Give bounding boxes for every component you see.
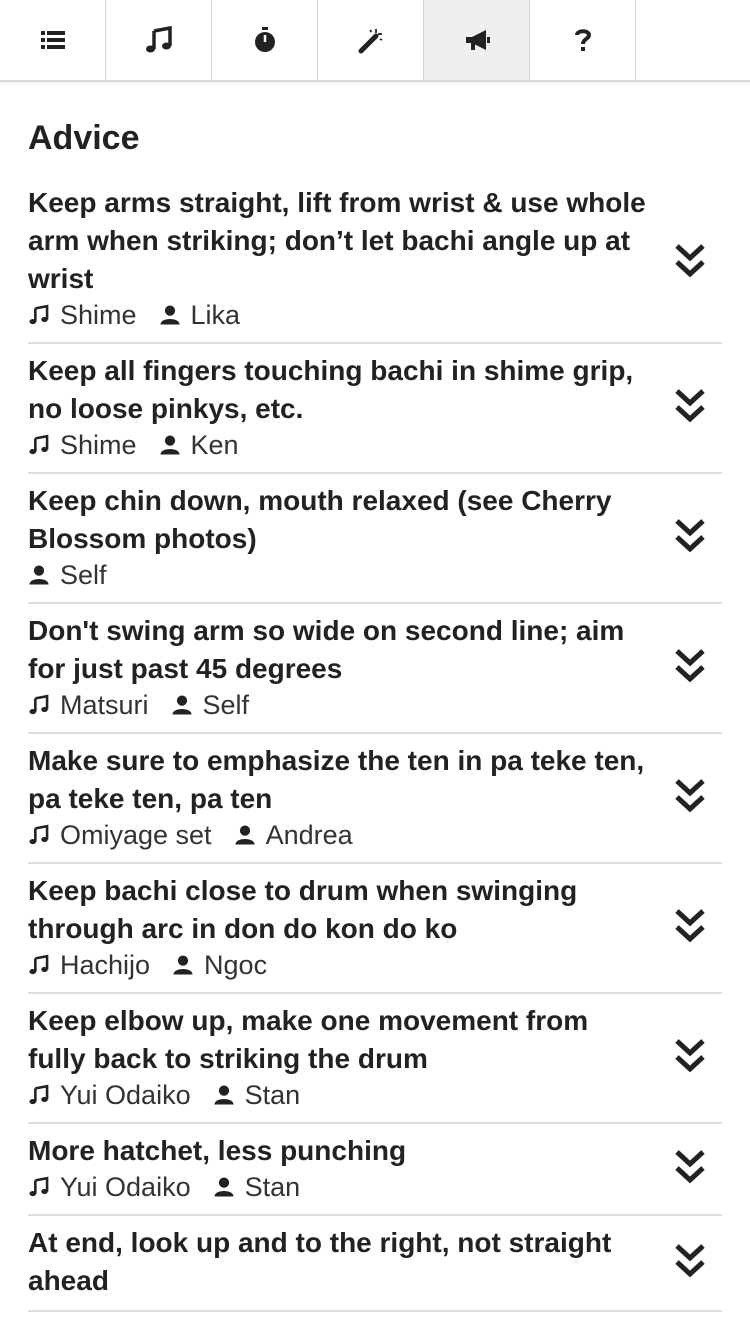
person-tag: Stan <box>213 1078 301 1112</box>
person-name: Self <box>60 560 107 590</box>
user-icon <box>159 305 180 325</box>
double-chevron-down-icon[interactable] <box>672 386 708 426</box>
song-tag: Matsuri <box>28 688 149 722</box>
top-tab-bar <box>0 0 750 82</box>
advice-meta: Yui Odaiko Stan <box>28 1078 652 1112</box>
advice-meta: Shime Ken <box>28 428 652 462</box>
music-note-icon <box>29 954 49 975</box>
song-name: Yui Odaiko <box>60 1172 191 1202</box>
tab-advice[interactable] <box>424 0 530 80</box>
person-name: Ngoc <box>204 950 268 980</box>
advice-item[interactable]: Keep elbow up, make one movement from fu… <box>28 994 722 1124</box>
double-chevron-down-icon[interactable] <box>672 1241 708 1281</box>
advice-text: Keep elbow up, make one movement from fu… <box>28 1005 589 1074</box>
song-tag: Omiyage set <box>28 818 212 852</box>
music-note-icon <box>29 694 49 715</box>
advice-meta: Matsuri Self <box>28 688 652 722</box>
song-name: Omiyage set <box>60 820 212 850</box>
magic-wand-icon <box>358 29 382 54</box>
advice-meta: Shime Lika <box>28 298 652 332</box>
advice-meta: Yui Odaiko Stan <box>28 1170 652 1204</box>
person-name: Stan <box>244 1080 301 1110</box>
person-name: Andrea <box>265 820 353 850</box>
advice-item[interactable]: Keep all fingers touching bachi in shime… <box>28 344 722 474</box>
song-name: Hachijo <box>60 950 151 980</box>
advice-text: At end, look up and to the right, not st… <box>28 1227 612 1296</box>
person-name: Ken <box>190 430 239 460</box>
advice-text: Keep arms straight, lift from wrist & us… <box>28 187 646 294</box>
advice-item[interactable]: At end, look up and to the right, not st… <box>28 1216 722 1312</box>
user-icon <box>173 955 193 975</box>
advice-item[interactable]: Keep arms straight, lift from wrist & us… <box>28 184 722 344</box>
advice-item[interactable]: Keep bachi close to drum when swinging t… <box>28 864 722 994</box>
advice-page: Advice Keep arms straight, lift from wri… <box>0 82 750 1312</box>
advice-list: Keep arms straight, lift from wrist & us… <box>28 184 722 1312</box>
user-icon <box>214 1177 234 1197</box>
person-tag: Stan <box>213 1170 301 1204</box>
double-chevron-down-icon[interactable] <box>672 1036 708 1076</box>
music-note-icon <box>29 824 49 845</box>
double-chevron-down-icon[interactable] <box>672 1147 708 1187</box>
song-tag: Hachijo <box>28 948 150 982</box>
song-tag: Yui Odaiko <box>28 1078 191 1112</box>
music-note-icon <box>145 25 172 53</box>
person-tag: Self <box>171 688 250 722</box>
stopwatch-icon <box>254 27 275 52</box>
song-tag: Yui Odaiko <box>28 1170 191 1204</box>
person-name: Stan <box>244 1172 301 1202</box>
song-name: Yui Odaiko <box>60 1080 191 1110</box>
person-tag: Ngoc <box>172 948 267 982</box>
person-tag: Andrea <box>234 818 353 852</box>
double-chevron-down-icon[interactable] <box>672 241 708 281</box>
music-note-icon <box>29 434 49 455</box>
song-name: Matsuri <box>60 690 149 720</box>
song-tag: Shime <box>28 428 137 462</box>
advice-item[interactable]: Make sure to emphasize the ten in pa tek… <box>28 734 722 864</box>
person-name: Self <box>202 690 250 720</box>
advice-text: Don't swing arm so wide on second line; … <box>28 615 625 684</box>
double-chevron-down-icon[interactable] <box>672 646 708 686</box>
music-note-icon <box>29 1084 49 1105</box>
advice-meta: Self <box>28 558 652 592</box>
advice-text: Keep all fingers touching bachi in shime… <box>28 355 634 424</box>
advice-item[interactable]: Don't swing arm so wide on second line; … <box>28 604 722 734</box>
advice-text: More hatchet, less punching <box>28 1135 407 1166</box>
user-icon <box>159 435 180 455</box>
user-icon <box>171 695 192 715</box>
tab-timer[interactable] <box>212 0 318 80</box>
tab-songs[interactable] <box>106 0 212 80</box>
music-note-icon <box>29 304 49 325</box>
user-icon <box>214 1085 234 1105</box>
person-tag: Self <box>28 558 107 592</box>
list-icon <box>40 31 65 49</box>
tab-techniques[interactable] <box>318 0 424 80</box>
song-name: Shime <box>60 430 137 460</box>
tab-help[interactable] <box>530 0 636 80</box>
advice-meta: Omiyage set Andrea <box>28 818 652 852</box>
tab-list[interactable] <box>0 0 106 80</box>
user-icon <box>29 565 49 585</box>
advice-item[interactable]: More hatchet, less punching Yui Odaiko S… <box>28 1124 722 1216</box>
double-chevron-down-icon[interactable] <box>672 906 708 946</box>
person-tag: Lika <box>159 298 241 332</box>
song-tag: Shime <box>28 298 137 332</box>
person-tag: Ken <box>159 428 239 462</box>
advice-text: Keep bachi close to drum when swinging t… <box>28 875 578 944</box>
advice-text: Keep chin down, mouth relaxed (see Cherr… <box>28 485 612 554</box>
double-chevron-down-icon[interactable] <box>672 776 708 816</box>
person-name: Lika <box>190 300 241 330</box>
double-chevron-down-icon[interactable] <box>672 516 708 556</box>
megaphone-icon <box>465 30 490 50</box>
page-title: Advice <box>28 119 140 157</box>
music-note-icon <box>29 1176 49 1197</box>
advice-text: Make sure to emphasize the ten in pa tek… <box>28 745 645 814</box>
tab-bar-spacer <box>636 0 750 80</box>
advice-meta: Hachijo Ngoc <box>28 948 652 982</box>
song-name: Shime <box>60 300 137 330</box>
user-icon <box>235 825 255 845</box>
question-mark-icon <box>574 29 591 51</box>
advice-item[interactable]: Keep chin down, mouth relaxed (see Cherr… <box>28 474 722 604</box>
